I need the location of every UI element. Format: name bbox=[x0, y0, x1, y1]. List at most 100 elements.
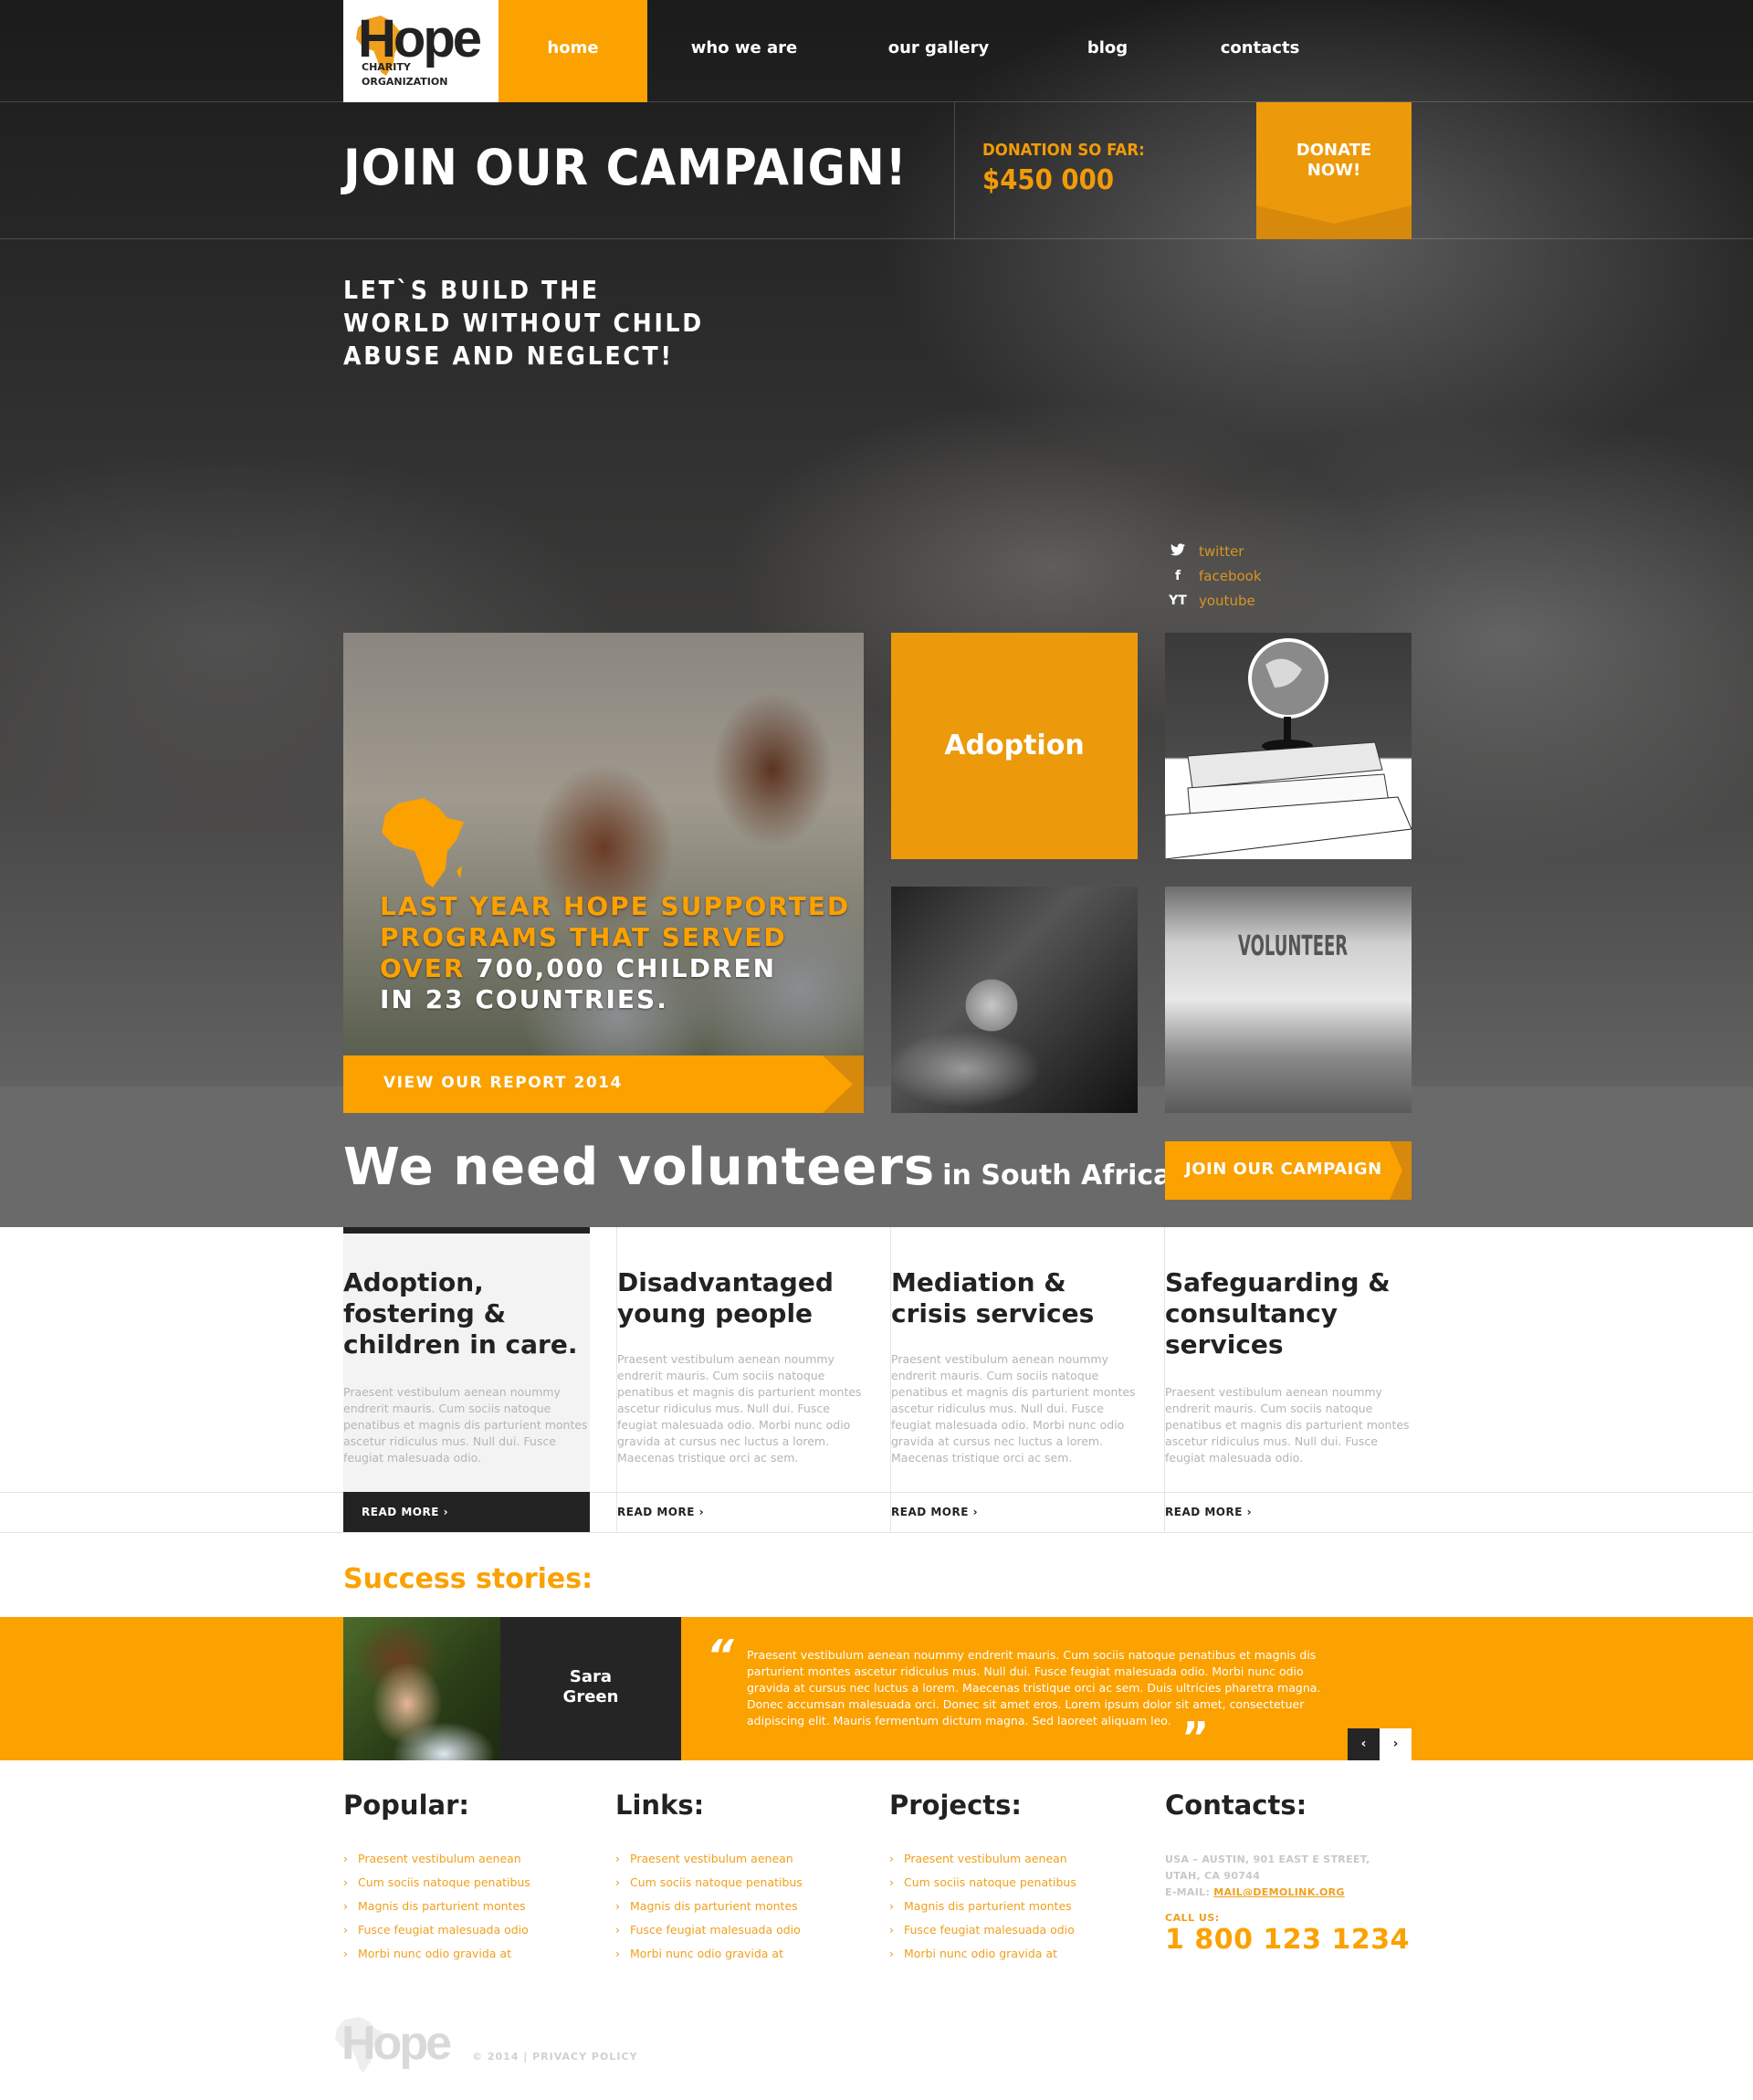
email-link[interactable]: MAIL@DEMOLINK.ORG bbox=[1213, 1886, 1344, 1898]
read-more-button[interactable]: READ MORE › bbox=[343, 1492, 590, 1532]
read-more-button[interactable]: READ MORE › bbox=[1165, 1492, 1412, 1532]
youtube-link[interactable]: youtube bbox=[1199, 593, 1255, 609]
slider-prev-button[interactable]: ‹ bbox=[1348, 1728, 1380, 1760]
footer-link[interactable]: Fusce feugiat malesuada odio bbox=[630, 1923, 801, 1937]
footer-contacts: Contacts: USA – AUSTIN, 901 EAST E STREE… bbox=[1165, 1790, 1439, 1956]
volunteers-hands-photo[interactable]: VOLUNTEER bbox=[1165, 887, 1412, 1113]
nav-contacts[interactable]: contacts bbox=[1203, 0, 1317, 102]
logo[interactable]: Hope CHARITY ORGANIZATION bbox=[343, 0, 499, 102]
footer-link[interactable]: Morbi nunc odio gravida at bbox=[904, 1947, 1057, 1960]
list-item: › Praesent vestibulum aenean bbox=[615, 1852, 889, 1875]
facebook-link[interactable]: facebook bbox=[1199, 568, 1262, 584]
service-description: Praesent vestibulum aenean noummy endrer… bbox=[617, 1352, 862, 1465]
service-title: Adoption, fostering & children in care. bbox=[343, 1267, 578, 1360]
footer-link[interactable]: Morbi nunc odio gravida at bbox=[358, 1947, 511, 1960]
social-twitter[interactable]: twitter bbox=[1164, 539, 1262, 563]
chevron-right-icon: › bbox=[889, 1875, 894, 1889]
testimonial-last-name: Green bbox=[562, 1687, 619, 1706]
service-title: Disadvantaged young people bbox=[617, 1267, 834, 1328]
twitter-link[interactable]: twitter bbox=[1199, 543, 1244, 560]
service-description: Praesent vestibulum aenean noummy endrer… bbox=[343, 1385, 588, 1465]
footer-links-title: Links: bbox=[615, 1790, 705, 1821]
divider bbox=[0, 1532, 1753, 1533]
phone-number: 1 800 123 1234 bbox=[1165, 1924, 1410, 1956]
testimonial-first-name: Sara bbox=[569, 1667, 613, 1686]
globe-books-photo[interactable] bbox=[1165, 633, 1412, 859]
read-more-button[interactable]: READ MORE › bbox=[617, 1492, 864, 1532]
feature-line2: PROGRAMS THAT SERVED bbox=[380, 922, 787, 952]
testimonial-quote: Praesent vestibulum aenean noummy endrer… bbox=[747, 1648, 1321, 1727]
footer-link[interactable]: Magnis dis parturient montes bbox=[904, 1899, 1072, 1913]
tagline-line2: WORLD WITHOUT CHILD bbox=[343, 308, 704, 338]
nav-home[interactable]: home bbox=[499, 0, 647, 102]
africa-icon bbox=[382, 798, 464, 887]
copyright-text: © 2014 | bbox=[472, 2051, 533, 2063]
footer-link[interactable]: Morbi nunc odio gravida at bbox=[630, 1947, 783, 1960]
chevron-right-icon: › bbox=[889, 1923, 894, 1937]
footer-link[interactable]: Praesent vestibulum aenean bbox=[904, 1852, 1067, 1865]
feature-line3: OVER 700,000 CHILDREN bbox=[380, 953, 850, 984]
volunteers-heading-main: We need volunteers bbox=[343, 1138, 936, 1197]
footer-link[interactable]: Magnis dis parturient montes bbox=[630, 1899, 798, 1913]
join-campaign-button[interactable]: JOIN OUR CAMPAIGN bbox=[1165, 1141, 1412, 1200]
testimonial-name-box: Sara Green bbox=[500, 1617, 681, 1760]
tagline-line1: LET`S BUILD THE bbox=[343, 275, 600, 305]
chevron-down-icon bbox=[1256, 205, 1412, 239]
email-row: E-MAIL: MAIL@DEMOLINK.ORG bbox=[1165, 1885, 1439, 1901]
list-item: › Fusce feugiat malesuada odio bbox=[889, 1923, 1163, 1947]
hero-tagline: LET`S BUILD THE WORLD WITHOUT CHILD ABUS… bbox=[343, 274, 704, 373]
list-item: › Cum sociis natoque penatibus bbox=[615, 1875, 889, 1899]
footer-link[interactable]: Fusce feugiat malesuada odio bbox=[358, 1923, 529, 1937]
footer-link[interactable]: Praesent vestibulum aenean bbox=[358, 1852, 521, 1865]
feature-line1: LAST YEAR HOPE SUPPORTED bbox=[380, 891, 851, 921]
footer-popular-list: › Praesent vestibulum aenean › Cum sociis … bbox=[343, 1852, 617, 1970]
adoption-tile[interactable]: Adoption bbox=[891, 633, 1138, 859]
nav-who-we-are[interactable]: who we are bbox=[665, 0, 824, 102]
chevron-right-icon: › bbox=[889, 1899, 894, 1913]
chevron-right-icon: › bbox=[615, 1852, 620, 1865]
quote-open-icon: “ bbox=[707, 1631, 734, 1680]
chevron-right-icon: › bbox=[343, 1899, 348, 1913]
read-more-button[interactable]: READ MORE › bbox=[891, 1492, 1138, 1532]
list-item: › Morbi nunc odio gravida at bbox=[615, 1947, 889, 1970]
feature-card: LAST YEAR HOPE SUPPORTED PROGRAMS THAT S… bbox=[343, 633, 864, 1113]
footer-logo[interactable]: Hope bbox=[334, 2016, 462, 2080]
list-item: › Morbi nunc odio gravida at bbox=[343, 1947, 617, 1970]
donation-amount: $450 000 bbox=[982, 164, 1115, 196]
service-title: Mediation & crisis services bbox=[891, 1267, 1095, 1328]
nav-our-gallery[interactable]: our gallery bbox=[867, 0, 1010, 102]
volunteers-heading: We need volunteers in South Africa bbox=[343, 1138, 1171, 1197]
nav-blog[interactable]: blog bbox=[1068, 0, 1147, 102]
logo-wordmark: Hope bbox=[358, 9, 482, 68]
slider-next-button[interactable]: › bbox=[1380, 1728, 1412, 1760]
service-description: Praesent vestibulum aenean noummy endrer… bbox=[1165, 1385, 1410, 1465]
list-item: › Magnis dis parturient montes bbox=[889, 1899, 1163, 1923]
facebook-icon: f bbox=[1174, 568, 1181, 583]
feature-line3-highlight: OVER bbox=[380, 953, 466, 983]
social-facebook[interactable]: f facebook bbox=[1164, 563, 1262, 588]
campaign-title: JOIN OUR CAMPAIGN! bbox=[343, 139, 908, 196]
arrow-right-icon bbox=[1390, 1141, 1412, 1200]
hands-ball-photo[interactable] bbox=[891, 887, 1138, 1113]
chevron-right-icon: › bbox=[343, 1875, 348, 1889]
list-item: › Praesent vestibulum aenean bbox=[343, 1852, 617, 1875]
logo-subtitle-line2: ORGANIZATION bbox=[362, 76, 448, 88]
footer-link[interactable]: Cum sociis natoque penatibus bbox=[904, 1875, 1076, 1889]
footer-link[interactable]: Cum sociis natoque penatibus bbox=[358, 1875, 530, 1889]
footer-projects: Projects: › Praesent vestibulum aenean › C… bbox=[889, 1790, 1163, 1970]
footer-link[interactable]: Cum sociis natoque penatibus bbox=[630, 1875, 803, 1889]
logo-subtitle: CHARITY ORGANIZATION bbox=[362, 60, 447, 89]
view-report-button[interactable]: VIEW OUR REPORT 2014 bbox=[343, 1055, 864, 1113]
donate-now-button[interactable]: DONATE NOW! bbox=[1256, 102, 1412, 239]
list-item: › Fusce feugiat malesuada odio bbox=[615, 1923, 889, 1947]
footer-link[interactable]: Praesent vestibulum aenean bbox=[630, 1852, 793, 1865]
footer-link[interactable]: Fusce feugiat malesuada odio bbox=[904, 1923, 1075, 1937]
chevron-right-icon: › bbox=[889, 1852, 894, 1865]
footer-link[interactable]: Magnis dis parturient montes bbox=[358, 1899, 526, 1913]
social-youtube[interactable]: YT youtube bbox=[1164, 588, 1262, 613]
privacy-policy-link[interactable]: PRIVACY POLICY bbox=[532, 2051, 637, 2063]
join-campaign-label: JOIN OUR CAMPAIGN bbox=[1185, 1160, 1382, 1179]
chevron-right-icon: › bbox=[615, 1947, 620, 1960]
feature-line4: IN 23 COUNTRIES. bbox=[380, 984, 668, 1014]
divider bbox=[954, 102, 955, 239]
